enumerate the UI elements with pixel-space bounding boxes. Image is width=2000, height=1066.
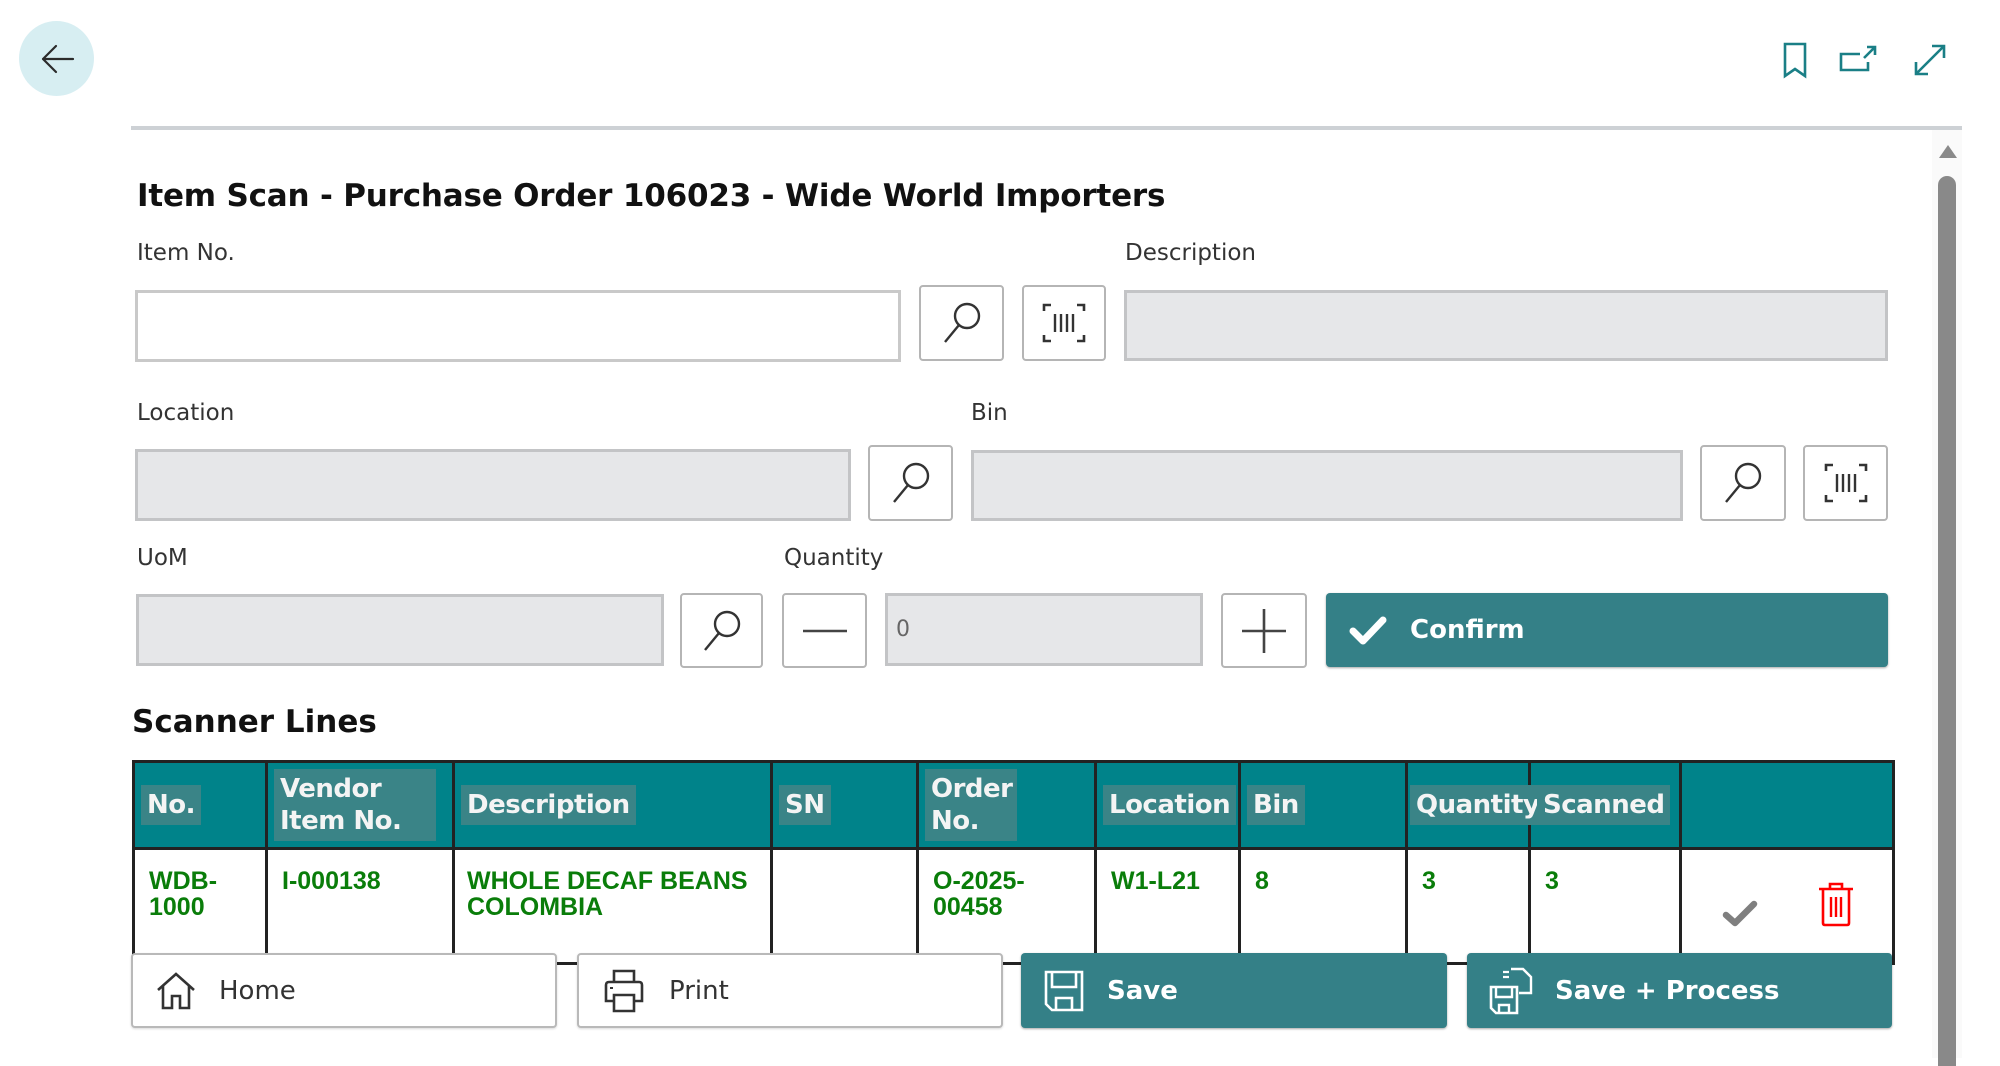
plus-icon bbox=[1242, 608, 1286, 653]
quantity-label: Quantity bbox=[784, 545, 884, 571]
barcode-scan-icon bbox=[1042, 303, 1086, 343]
confirm-label: Confirm bbox=[1410, 615, 1525, 645]
save-process-label: Save + Process bbox=[1555, 975, 1780, 1006]
bookmark-icon bbox=[1783, 42, 1807, 79]
location-lookup-button[interactable] bbox=[868, 445, 953, 521]
print-button[interactable]: Print bbox=[577, 953, 1003, 1028]
column-header-vendor-item-no[interactable]: Vendor Item No. bbox=[265, 760, 455, 850]
cell-sn bbox=[770, 847, 919, 965]
cell-order-no: O-2025-00458 bbox=[916, 847, 1097, 965]
header-divider bbox=[131, 126, 1962, 130]
home-button[interactable]: Home bbox=[131, 953, 557, 1028]
scanner-lines-table: No. Vendor Item No. Description SN Order… bbox=[132, 760, 1895, 965]
column-header-no[interactable]: No. bbox=[132, 760, 268, 850]
scanner-lines-title: Scanner Lines bbox=[132, 704, 377, 740]
trash-icon bbox=[1818, 882, 1853, 926]
location-field[interactable] bbox=[135, 449, 851, 521]
delete-line-button[interactable] bbox=[1817, 881, 1855, 927]
column-header-scanned[interactable]: Scanned bbox=[1528, 760, 1682, 850]
cell-location: W1-L21 bbox=[1094, 847, 1241, 965]
barcode-scan-icon bbox=[1824, 463, 1867, 503]
confirm-button[interactable]: Confirm bbox=[1326, 593, 1888, 667]
page-title: Item Scan - Purchase Order 106023 - Wide… bbox=[137, 178, 1166, 214]
printer-icon bbox=[604, 969, 644, 1012]
item-no-input[interactable] bbox=[148, 313, 888, 339]
save-icon bbox=[1044, 970, 1084, 1011]
item-no-label: Item No. bbox=[137, 240, 235, 266]
checkmark-icon bbox=[1349, 616, 1387, 645]
cell-actions bbox=[1679, 847, 1895, 965]
item-no-lookup-button[interactable] bbox=[919, 285, 1004, 361]
uom-field[interactable] bbox=[136, 594, 664, 666]
save-process-icon bbox=[1489, 967, 1533, 1014]
cell-no: WDB-1000 bbox=[132, 847, 268, 965]
table-row[interactable]: WDB-1000 I-000138 WHOLE DECAF BEANS COLO… bbox=[132, 847, 1895, 965]
location-label: Location bbox=[137, 400, 235, 426]
expand-button[interactable] bbox=[1910, 40, 1950, 80]
column-header-order-no[interactable]: Order No. bbox=[916, 760, 1097, 850]
column-header-quantity[interactable]: Quantity bbox=[1405, 760, 1546, 850]
cell-description: WHOLE DECAF BEANS COLOMBIA bbox=[452, 847, 773, 965]
uom-label: UoM bbox=[137, 545, 188, 571]
bookmark-button[interactable] bbox=[1775, 40, 1815, 80]
quantity-increment-button[interactable] bbox=[1221, 593, 1307, 668]
scrollbar-thumb[interactable] bbox=[1938, 176, 1956, 1066]
quantity-decrement-button[interactable] bbox=[782, 593, 867, 668]
column-header-location[interactable]: Location bbox=[1094, 760, 1241, 850]
arrow-left-icon bbox=[41, 44, 74, 73]
save-button[interactable]: Save bbox=[1021, 953, 1447, 1028]
save-process-button[interactable]: Save + Process bbox=[1467, 953, 1892, 1028]
bin-lookup-button[interactable] bbox=[1700, 445, 1786, 521]
quantity-input[interactable] bbox=[896, 617, 1190, 642]
column-header-bin[interactable]: Bin bbox=[1238, 760, 1408, 850]
search-icon bbox=[1725, 462, 1762, 503]
cell-bin: 8 bbox=[1238, 847, 1408, 965]
uom-lookup-button[interactable] bbox=[680, 593, 763, 668]
save-label: Save bbox=[1107, 975, 1178, 1006]
bin-label: Bin bbox=[971, 400, 1008, 426]
description-label: Description bbox=[1125, 240, 1256, 266]
cell-vendor-item-no: I-000138 bbox=[265, 847, 455, 965]
checkmark-icon bbox=[1722, 900, 1758, 926]
description-field bbox=[1124, 290, 1888, 361]
bin-field[interactable] bbox=[971, 450, 1683, 521]
home-icon bbox=[157, 971, 195, 1009]
column-header-sn[interactable]: SN bbox=[770, 760, 919, 850]
column-header-description[interactable]: Description bbox=[452, 760, 773, 850]
quantity-field[interactable] bbox=[885, 593, 1203, 666]
column-header-actions bbox=[1679, 760, 1895, 850]
back-button[interactable] bbox=[19, 21, 94, 96]
cell-scanned: 3 bbox=[1528, 847, 1682, 965]
expand-diagonal-icon bbox=[1914, 44, 1946, 76]
cell-quantity: 3 bbox=[1405, 847, 1531, 965]
item-no-field[interactable] bbox=[135, 290, 901, 362]
scroll-up-arrow-icon[interactable] bbox=[1939, 145, 1957, 158]
search-icon bbox=[892, 462, 929, 503]
home-label: Home bbox=[219, 975, 296, 1006]
open-new-window-button[interactable] bbox=[1838, 40, 1878, 80]
search-icon bbox=[943, 302, 980, 343]
table-header-row: No. Vendor Item No. Description SN Order… bbox=[132, 760, 1895, 850]
item-no-scan-button[interactable] bbox=[1022, 285, 1106, 361]
open-external-icon bbox=[1839, 45, 1877, 72]
print-label: Print bbox=[669, 975, 729, 1006]
minus-icon bbox=[802, 629, 847, 632]
bin-scan-button[interactable] bbox=[1803, 445, 1888, 521]
confirm-line-button[interactable] bbox=[1722, 899, 1758, 927]
search-icon bbox=[703, 610, 740, 651]
